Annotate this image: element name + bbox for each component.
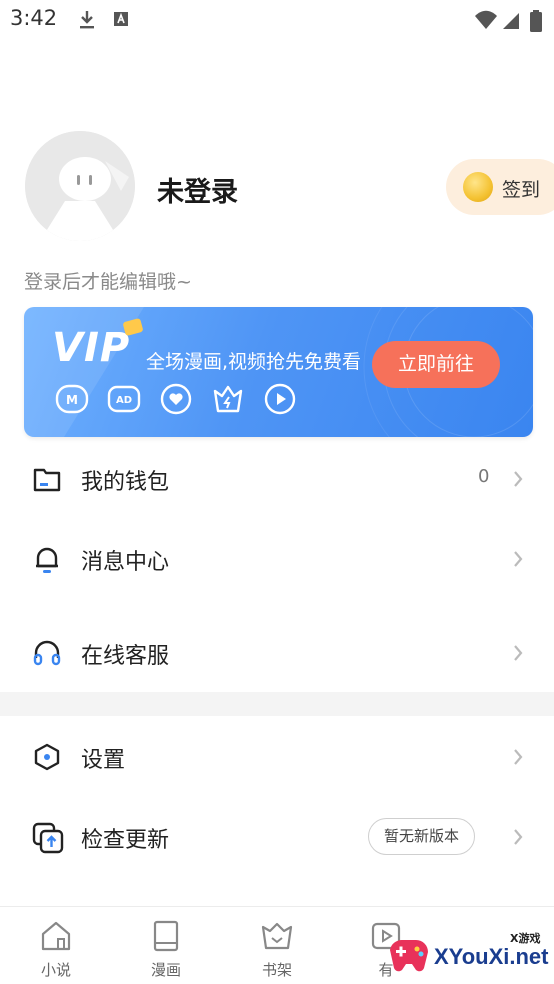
chevron-right-icon	[510, 466, 526, 492]
download-icon	[78, 10, 96, 34]
play-icon	[262, 381, 298, 417]
tab-label: 小说	[40, 961, 71, 979]
menu-item-update[interactable]: 检查更新 暂无新版本	[0, 802, 554, 872]
status-time: 3:42	[10, 6, 58, 30]
headset-icon	[32, 638, 62, 668]
login-hint: 登录后才能编辑哦~	[24, 271, 192, 293]
vip-logo: VIP	[52, 325, 131, 371]
signal-icon	[502, 10, 520, 34]
chevron-right-icon	[510, 546, 526, 572]
checkin-button[interactable]: 签到	[446, 159, 554, 215]
chevron-right-icon	[510, 824, 526, 850]
default-avatar-icon	[25, 131, 135, 241]
crown-icon	[210, 381, 246, 417]
support-label: 在线客服	[81, 644, 170, 669]
menu-item-support[interactable]: 在线客服	[0, 618, 554, 688]
watermark-text: XYouXi.net	[434, 944, 549, 969]
font-app-icon	[113, 10, 129, 32]
ad-icon: AD	[106, 381, 142, 417]
vip-go-button[interactable]: 立即前往	[372, 341, 500, 388]
bell-icon	[32, 544, 62, 574]
settings-icon	[32, 742, 62, 772]
avatar[interactable]	[25, 131, 135, 241]
tab-bookshelf[interactable]: 书架	[247, 917, 307, 983]
menu-item-wallet[interactable]: 我的钱包 0	[0, 444, 554, 514]
settings-label: 设置	[81, 748, 126, 773]
house-icon	[39, 919, 73, 953]
menu-item-settings[interactable]: 设置	[0, 722, 554, 792]
tab-novel[interactable]: 小说	[26, 917, 86, 983]
menu-item-messages[interactable]: 消息中心	[0, 524, 554, 594]
svg-text:AD: AD	[116, 395, 132, 406]
wallet-label: 我的钱包	[81, 470, 170, 495]
wallet-icon	[32, 464, 62, 494]
heart-icon	[158, 381, 194, 417]
svg-text:M: M	[66, 393, 78, 407]
book-icon	[149, 919, 183, 953]
username[interactable]: 未登录	[157, 170, 238, 209]
comic-icon: M	[54, 381, 90, 417]
tab-comic[interactable]: 漫画	[136, 917, 196, 983]
coin-icon	[463, 172, 493, 202]
shelf-icon	[260, 919, 294, 953]
wallet-balance: 0	[478, 466, 490, 487]
gamepad-icon	[390, 939, 428, 972]
vip-promo-text: 全场漫画,视频抢先免费看	[146, 351, 362, 373]
battery-icon	[530, 10, 542, 36]
watermark: X游戏 XYouXi.net	[382, 918, 554, 984]
messages-label: 消息中心	[81, 550, 170, 575]
status-bar: 3:42	[0, 0, 554, 40]
checkin-label: 签到	[502, 179, 541, 201]
version-status-badge: 暂无新版本	[368, 818, 475, 855]
update-label: 检查更新	[81, 828, 170, 853]
update-icon	[32, 822, 64, 854]
chevron-right-icon	[510, 744, 526, 770]
wifi-icon	[474, 10, 498, 34]
section-divider	[0, 692, 554, 716]
tab-label: 书架	[261, 961, 292, 979]
tab-label: 漫画	[150, 961, 181, 979]
chevron-right-icon	[510, 640, 526, 666]
vip-banner[interactable]: VIP 全场漫画,视频抢先免费看 立即前往 M AD	[24, 307, 533, 437]
